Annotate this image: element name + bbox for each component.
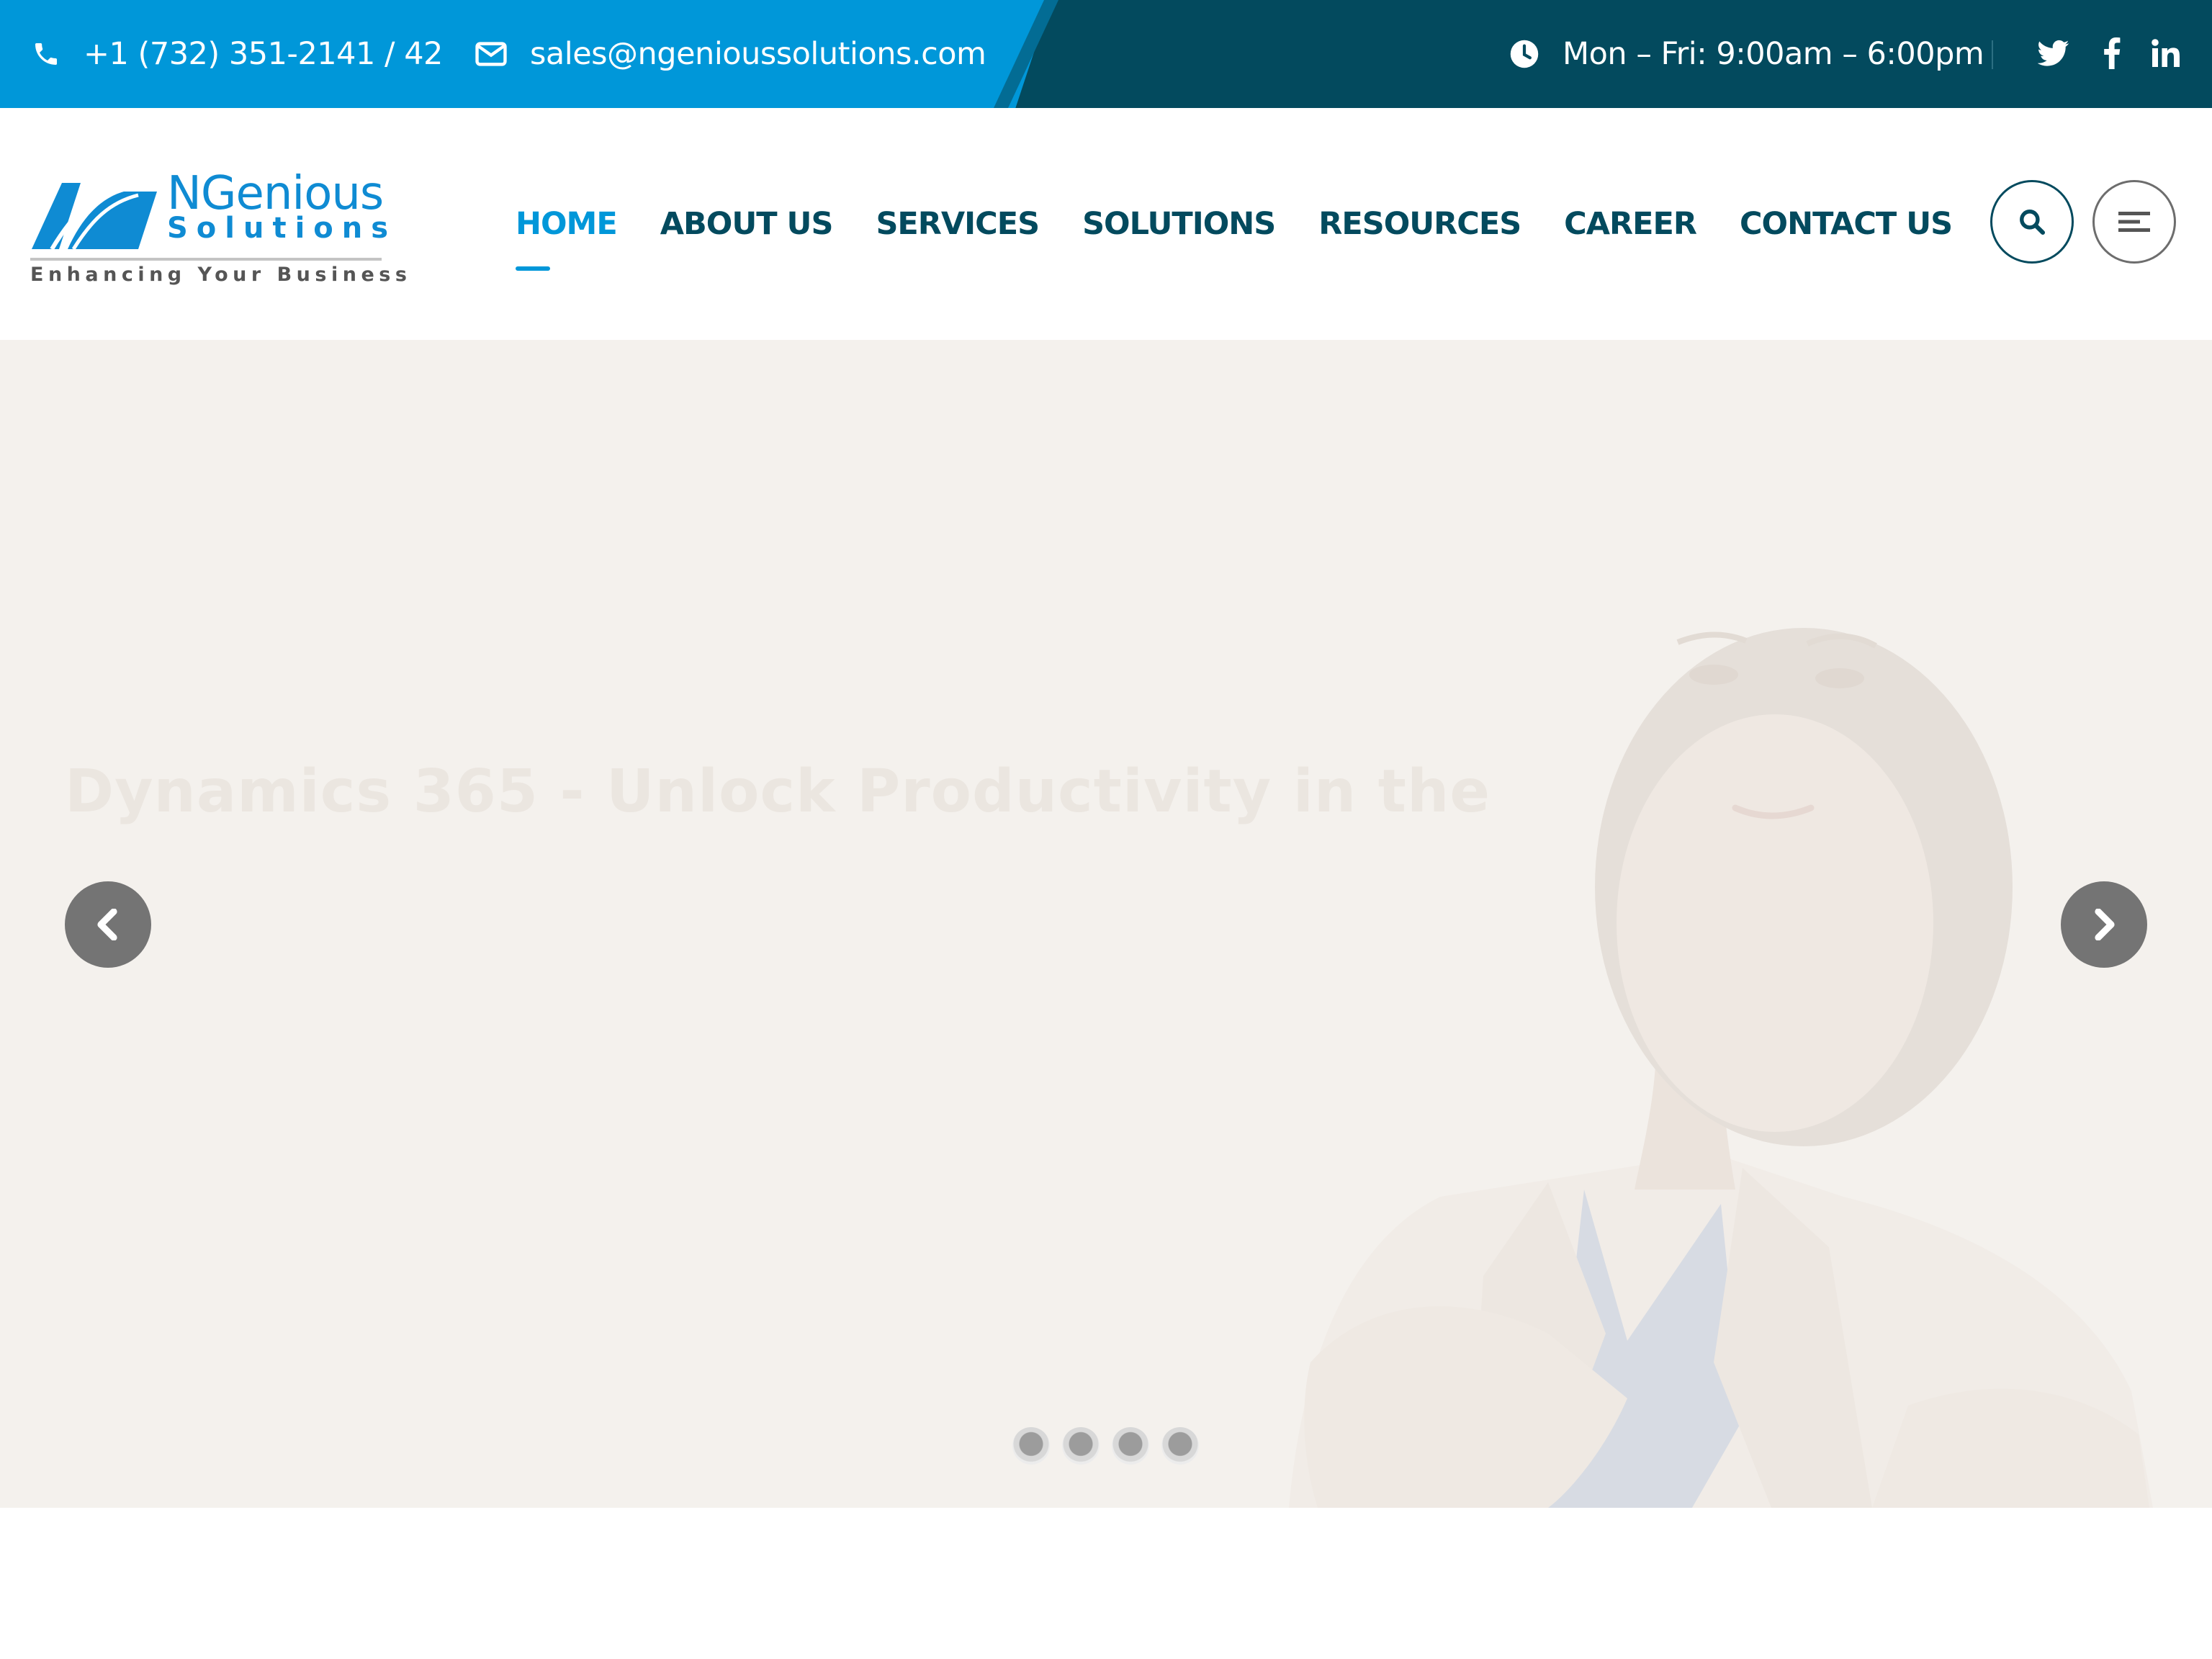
top-bar-divider bbox=[1992, 40, 1993, 69]
phone-number: +1 (732) 351-2141 / 42 bbox=[84, 36, 443, 72]
site-header: NGenious Solutions Enhancing Your Busine… bbox=[0, 108, 2212, 340]
email-address: sales@ngenioussolutions.com bbox=[530, 36, 986, 72]
search-icon bbox=[2020, 210, 2046, 235]
nav-services[interactable]: SERVICES bbox=[876, 206, 1040, 242]
nav-about-us[interactable]: ABOUT US bbox=[660, 206, 834, 242]
nav-solutions[interactable]: SOLUTIONS bbox=[1082, 206, 1276, 242]
menu-button[interactable] bbox=[2092, 180, 2176, 264]
slide-title: Dynamics 365 - Unlock Productivity in th… bbox=[65, 757, 1491, 826]
slider-dot-3[interactable] bbox=[1112, 1427, 1149, 1465]
logo-tagline: Enhancing Your Business bbox=[30, 264, 412, 286]
hero-woman-image bbox=[1289, 628, 2153, 1508]
chevron-right-icon bbox=[2095, 909, 2115, 940]
hero-slider: Dynamics 365 - Unlock Productivity in th… bbox=[0, 340, 2212, 1508]
logo-name-line2: Solutions bbox=[167, 212, 397, 245]
phone-icon bbox=[35, 43, 57, 65]
clock-icon bbox=[1510, 40, 1539, 68]
logo-mark-icon bbox=[32, 182, 157, 251]
email-link[interactable]: sales@ngenioussolutions.com bbox=[475, 0, 986, 108]
search-button[interactable] bbox=[1990, 180, 2074, 264]
business-hours: Mon – Fri: 9:00am – 6:00pm bbox=[1509, 0, 1984, 108]
main-nav: HOME ABOUT US SERVICES SOLUTIONS RESOURC… bbox=[516, 108, 1995, 340]
phone-link[interactable]: +1 (732) 351-2141 / 42 bbox=[32, 0, 443, 108]
slider-dot-1[interactable] bbox=[1012, 1427, 1050, 1465]
nav-career[interactable]: CAREER bbox=[1564, 206, 1697, 242]
slider-next-button[interactable] bbox=[2061, 881, 2147, 968]
twitter-icon[interactable] bbox=[2033, 33, 2074, 73]
slider-pagination bbox=[1012, 1427, 1211, 1465]
linkedin-icon[interactable] bbox=[2146, 33, 2186, 73]
nav-contact-us[interactable]: CONTACT US bbox=[1740, 206, 1953, 242]
top-bar: +1 (732) 351-2141 / 42 sales@ngenioussol… bbox=[0, 0, 2212, 108]
slider-dot-2[interactable] bbox=[1062, 1427, 1100, 1465]
slider-prev-button[interactable] bbox=[65, 881, 151, 968]
slider-dot-4[interactable] bbox=[1161, 1427, 1199, 1465]
facebook-icon[interactable] bbox=[2092, 33, 2132, 73]
logo-rule bbox=[30, 258, 382, 261]
nav-home[interactable]: HOME bbox=[516, 206, 618, 271]
nav-resources[interactable]: RESOURCES bbox=[1318, 206, 1521, 242]
hours-text: Mon – Fri: 9:00am – 6:00pm bbox=[1563, 36, 1984, 72]
page-content-start bbox=[0, 1508, 2212, 1659]
site-logo[interactable]: NGenious Solutions Enhancing Your Busine… bbox=[30, 167, 407, 289]
chevron-left-icon bbox=[97, 909, 117, 940]
menu-icon bbox=[2118, 212, 2150, 232]
envelope-icon bbox=[475, 42, 507, 66]
